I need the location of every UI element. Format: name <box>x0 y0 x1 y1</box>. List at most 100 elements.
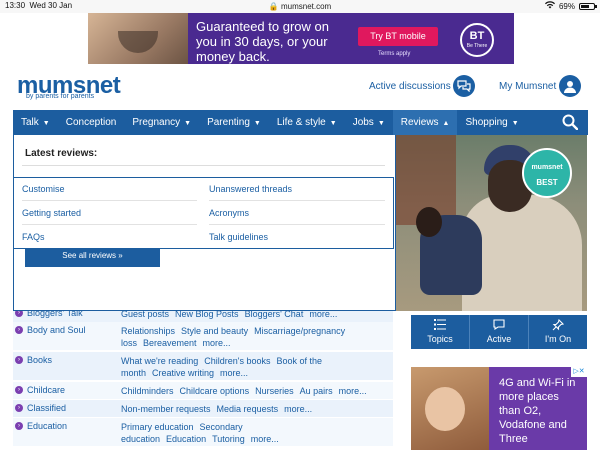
subtopics: Childminders Childcare options Nurseries Au… <box>121 385 389 397</box>
chat-bubbles-icon[interactable] <box>453 75 475 97</box>
subtopic-link[interactable]: Tutoring <box>212 434 245 444</box>
main-nav: Talk ▼ Conception Pregnancy ▼ Parenting ▼ L… <box>13 110 588 135</box>
logo-tagline: by parents for parents <box>26 93 95 100</box>
ad-choices-icon[interactable]: ▷✕ <box>571 367 587 377</box>
nav-label: Talk <box>21 117 39 128</box>
address-bar[interactable]: 🔒 mumsnet.com <box>0 2 600 11</box>
divider <box>209 200 385 201</box>
subtopic-link[interactable]: What we're reading <box>121 356 198 366</box>
caret-down-icon: ▼ <box>42 120 50 127</box>
divider <box>22 224 197 225</box>
more-link[interactable]: more... <box>203 338 231 348</box>
side-ad[interactable]: 4G and Wi-Fi in more places than O2, Vod… <box>411 367 587 450</box>
side-ad-photo <box>411 367 489 450</box>
nav-label: Life & style <box>276 117 326 128</box>
tab-active[interactable]: Active <box>470 315 529 349</box>
topic-name[interactable]: Books <box>27 355 52 365</box>
getting-started-link[interactable]: Getting started <box>22 208 81 218</box>
subtopic-link[interactable]: Non-member requests <box>121 404 211 414</box>
search-icon[interactable] <box>562 114 579 131</box>
nav-shopping[interactable]: Shopping ▼ <box>457 110 526 135</box>
pin-icon <box>529 318 587 332</box>
more-link[interactable]: more... <box>284 404 312 414</box>
topic-row[interactable]: › Body and Soul Relationships Style and b… <box>13 322 393 350</box>
nav-conception[interactable]: Conception <box>58 110 125 135</box>
subtopic-link[interactable]: Childminders <box>121 386 174 396</box>
tab-label: I'm On <box>544 334 572 344</box>
topic-name[interactable]: Childcare <box>27 385 65 395</box>
unanswered-threads-link[interactable]: Unanswered threads <box>209 184 292 194</box>
customise-link[interactable]: Customise <box>22 184 65 194</box>
subtopic-link[interactable]: Children's books <box>204 356 270 366</box>
subtopic-link[interactable]: Au pairs <box>300 386 333 396</box>
nav-talk[interactable]: Talk ▼ <box>13 110 58 135</box>
battery-icon <box>579 2 597 10</box>
chevron-right-icon: › <box>15 422 23 430</box>
chevron-right-icon: › <box>15 326 23 334</box>
battery-percent: 69% <box>558 1 575 11</box>
nav-label: Pregnancy <box>132 117 181 128</box>
faqs-link[interactable]: FAQs <box>22 232 45 242</box>
ad-headline: Guaranteed to grow on you in 30 days, or… <box>196 19 329 64</box>
subtopic-link[interactable]: Media requests <box>217 404 279 414</box>
nav-label: Reviews <box>400 117 439 128</box>
divider <box>209 224 385 225</box>
subtopic-link[interactable]: Bereavement <box>143 338 197 348</box>
caret-down-icon: ▼ <box>511 120 519 127</box>
more-link[interactable]: more... <box>251 434 279 444</box>
more-link[interactable]: more... <box>339 386 367 396</box>
bt-logo-tagline: Be There <box>466 43 488 49</box>
subtopic-link[interactable]: Primary education <box>121 422 194 432</box>
caret-down-icon: ▼ <box>184 120 192 127</box>
my-mumsnet-link[interactable]: My Mumsnet <box>499 81 556 92</box>
nav-pregnancy[interactable]: Pregnancy ▼ <box>124 110 199 135</box>
divider <box>22 200 197 201</box>
tab-label: Active <box>486 334 512 344</box>
acronyms-link[interactable]: Acronyms <box>209 208 249 218</box>
topic-name[interactable]: Classified <box>27 403 66 413</box>
topic-row[interactable]: › Childcare Childminders Childcare option… <box>13 382 393 399</box>
nav-parenting[interactable]: Parenting ▼ <box>199 110 269 135</box>
nav-life-style[interactable]: Life & style ▼ <box>269 110 345 135</box>
topic-row[interactable]: › Education Primary education Secondary e… <box>13 418 393 446</box>
nav-label: Parenting <box>207 117 250 128</box>
side-ad-text: 4G and Wi-Fi in more places than O2, Vod… <box>499 377 576 445</box>
subtopic-link[interactable]: Nurseries <box>255 386 294 396</box>
topic-row[interactable]: › Books What we're reading Children's boo… <box>13 352 393 380</box>
bt-logo: BT Be There <box>460 23 494 57</box>
subtopics: Primary education Secondary education Educ… <box>121 421 389 445</box>
chevron-right-icon: › <box>15 404 23 412</box>
chevron-right-icon: › <box>15 386 23 394</box>
nav-reviews[interactable]: Reviews ▲ <box>392 110 458 135</box>
nav-label: Shopping <box>465 117 508 128</box>
subtopic-link[interactable]: Education <box>166 434 206 444</box>
subtopic-link[interactable]: Relationships <box>121 326 175 336</box>
subtopic-link[interactable]: Creative writing <box>152 368 214 378</box>
bt-logo-text: BT <box>469 30 485 42</box>
caret-down-icon: ▼ <box>329 120 337 127</box>
badge-label: BEST <box>536 178 558 187</box>
subtopic-link[interactable]: Style and beauty <box>181 326 248 336</box>
wifi-icon <box>544 1 555 11</box>
topic-row[interactable]: › Classified Non-member requests Media re… <box>13 400 393 417</box>
tab-im-on[interactable]: I'm On <box>529 315 587 349</box>
url-text: mumsnet.com <box>280 2 332 11</box>
subtopic-link[interactable]: Childcare options <box>180 386 250 396</box>
topic-name[interactable]: Education <box>27 421 67 431</box>
talk-guidelines-link[interactable]: Talk guidelines <box>209 232 268 242</box>
active-discussions-link[interactable]: Active discussions <box>369 81 451 92</box>
ad-cta-button[interactable]: Try BT mobile <box>358 27 438 46</box>
subtopics: Relationships Style and beauty Miscarriage… <box>121 325 389 349</box>
status-bar: 13:30 Wed 30 Jan 🔒 mumsnet.com 69% <box>0 0 600 13</box>
divider <box>22 165 385 166</box>
subtopics: Non-member requests Media requests more... <box>121 403 389 415</box>
more-link[interactable]: more... <box>220 368 248 378</box>
ad-terms: Terms apply <box>378 51 411 57</box>
tab-topics[interactable]: Topics <box>411 315 470 349</box>
topic-name[interactable]: Body and Soul <box>27 325 86 335</box>
user-icon[interactable] <box>559 75 581 97</box>
top-banner-ad[interactable]: Guaranteed to grow on you in 30 days, or… <box>88 13 514 64</box>
hero-child-head <box>416 207 442 237</box>
nav-jobs[interactable]: Jobs ▼ <box>345 110 393 135</box>
list-icon <box>411 319 469 332</box>
